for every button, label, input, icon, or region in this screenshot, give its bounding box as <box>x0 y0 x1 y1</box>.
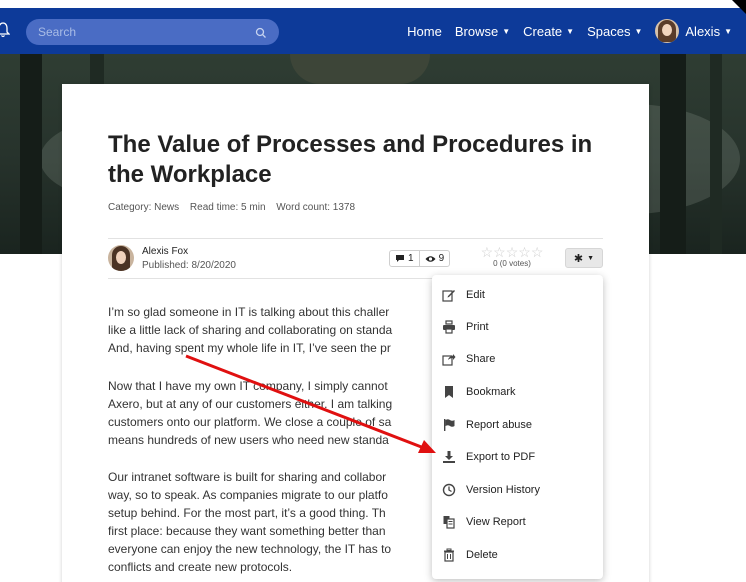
caret-down-icon: ▼ <box>502 26 511 36</box>
actions-dropdown: Edit Print Share Bookmark Report abuse E… <box>432 275 603 579</box>
rating-votes: 0 (0 votes) <box>493 259 531 268</box>
nav-spaces[interactable]: Spaces ▼ <box>587 24 642 39</box>
nav-browse[interactable]: Browse ▼ <box>455 24 510 39</box>
word-count: Word count: 1378 <box>276 202 356 213</box>
caret-down-icon: ▼ <box>724 26 732 36</box>
search-icon[interactable] <box>255 26 267 38</box>
comment-count-value: 1 <box>408 253 414 264</box>
paragraph-3: Our intranet software is built for shari… <box>108 470 392 574</box>
menu-item-share[interactable]: Share <box>432 343 603 375</box>
article-meta: Category: News Read time: 5 min Word cou… <box>108 202 363 213</box>
menu-item-delete[interactable]: Delete <box>432 539 603 571</box>
gear-icon: ✱ <box>573 252 584 265</box>
menu-item-view-report[interactable]: View Report <box>432 506 603 538</box>
share-icon <box>441 351 457 367</box>
actions-menu-button[interactable]: ✱ ▼ <box>565 248 603 268</box>
user-menu[interactable]: Alexis ▼ <box>655 19 732 43</box>
print-icon <box>441 319 457 335</box>
bookmark-icon <box>441 384 457 400</box>
search-input[interactable] <box>38 19 248 45</box>
menu-item-edit[interactable]: Edit <box>432 279 603 311</box>
eye-icon <box>425 255 436 262</box>
bell-icon[interactable] <box>0 22 11 38</box>
top-navbar: Home Browse▼ Create▼ Spaces▼ Alexis▼ <box>0 8 746 54</box>
nav-spaces-label: Spaces <box>587 23 631 39</box>
caret-down-icon: ▼ <box>566 26 575 36</box>
nav-home-label: Home <box>407 23 442 39</box>
trash-icon <box>441 547 457 563</box>
corner-marker <box>732 0 746 14</box>
author-name[interactable]: Alexis Fox <box>142 246 188 257</box>
search-bar[interactable] <box>26 19 279 45</box>
edit-icon <box>441 287 457 303</box>
view-count: 9 <box>418 251 450 266</box>
nav-create[interactable]: Create ▼ <box>523 24 574 39</box>
star-icons[interactable]: ☆☆☆☆☆ <box>474 245 550 259</box>
avatar <box>655 19 680 43</box>
nav-browse-label: Browse <box>454 23 499 39</box>
comment-icon <box>396 255 404 262</box>
comment-count[interactable]: 1 <box>390 251 419 266</box>
flag-icon <box>441 417 457 433</box>
divider <box>108 238 603 239</box>
paragraph-2: Now that I have my own IT company, I sim… <box>108 379 393 447</box>
menu-item-report-abuse[interactable]: Report abuse <box>432 409 603 441</box>
menu-item-print[interactable]: Print <box>432 311 603 343</box>
user-name: Alexis <box>685 23 721 39</box>
page-title: The Value of Processes and Procedures in… <box>108 131 593 188</box>
nav-create-label: Create <box>523 23 563 39</box>
menu-item-bookmark[interactable]: Bookmark <box>432 376 603 408</box>
read-time: Read time: 5 min <box>189 202 266 213</box>
stats-badges: 1 9 <box>389 250 451 267</box>
menu-item-version-history[interactable]: Version History <box>432 474 603 506</box>
menu-item-export-pdf[interactable]: Export to PDF <box>432 441 603 473</box>
star-rating[interactable]: ☆☆☆☆☆ 0 (0 votes) <box>474 245 550 268</box>
author-avatar[interactable] <box>108 245 134 271</box>
caret-down-icon: ▼ <box>634 26 643 36</box>
view-count-value: 9 <box>438 253 445 264</box>
paragraph-1: I’m so glad someone in IT is talking abo… <box>108 305 393 355</box>
published-date: Published: 8/20/2020 <box>142 260 236 271</box>
report-icon <box>441 514 457 530</box>
caret-down-icon: ▼ <box>587 254 595 262</box>
download-icon <box>441 449 457 465</box>
clock-icon <box>441 482 457 498</box>
category-link[interactable]: Category: News <box>108 202 179 213</box>
nav-home[interactable]: Home <box>407 24 442 39</box>
